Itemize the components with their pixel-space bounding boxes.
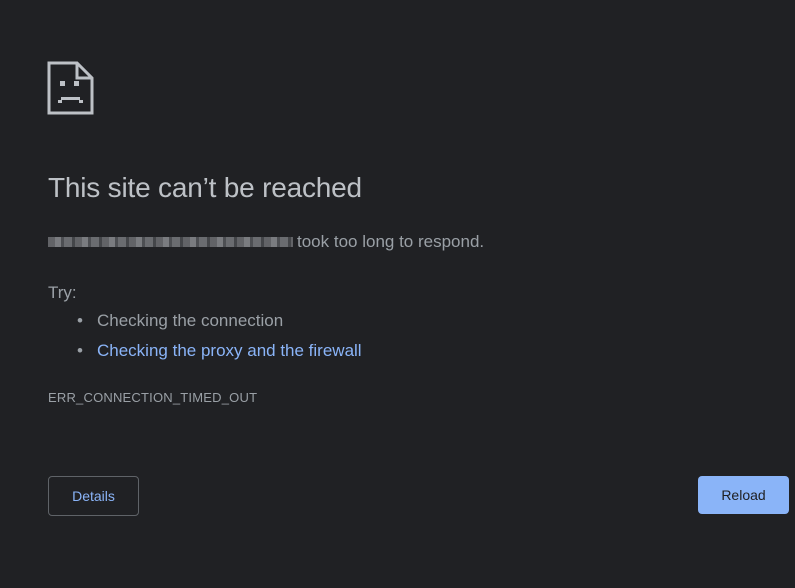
reload-button[interactable]: Reload xyxy=(698,476,789,514)
sad-page-icon xyxy=(47,61,94,115)
suggestion-check-proxy: • Checking the proxy and the firewall xyxy=(48,339,362,369)
suggestion-check-connection: • Checking the connection xyxy=(48,309,362,339)
try-label: Try: xyxy=(48,283,77,302)
error-page: This site can’t be reached took too long… xyxy=(0,0,795,588)
suggestion-list: • Checking the connection • Checking the… xyxy=(48,309,362,369)
bullet-icon: • xyxy=(77,311,83,330)
suggestion-label: Checking the connection xyxy=(97,311,284,330)
error-message-text: took too long to respond. xyxy=(297,232,485,251)
bullet-icon: • xyxy=(77,341,83,360)
page-title: This site can’t be reached xyxy=(48,172,362,203)
error-message: took too long to respond. xyxy=(48,232,484,252)
details-button[interactable]: Details xyxy=(48,476,139,516)
proxy-firewall-link[interactable]: Checking the proxy and the firewall xyxy=(97,341,362,360)
error-code: ERR_CONNECTION_TIMED_OUT xyxy=(48,390,258,405)
redacted-hostname xyxy=(48,237,293,247)
